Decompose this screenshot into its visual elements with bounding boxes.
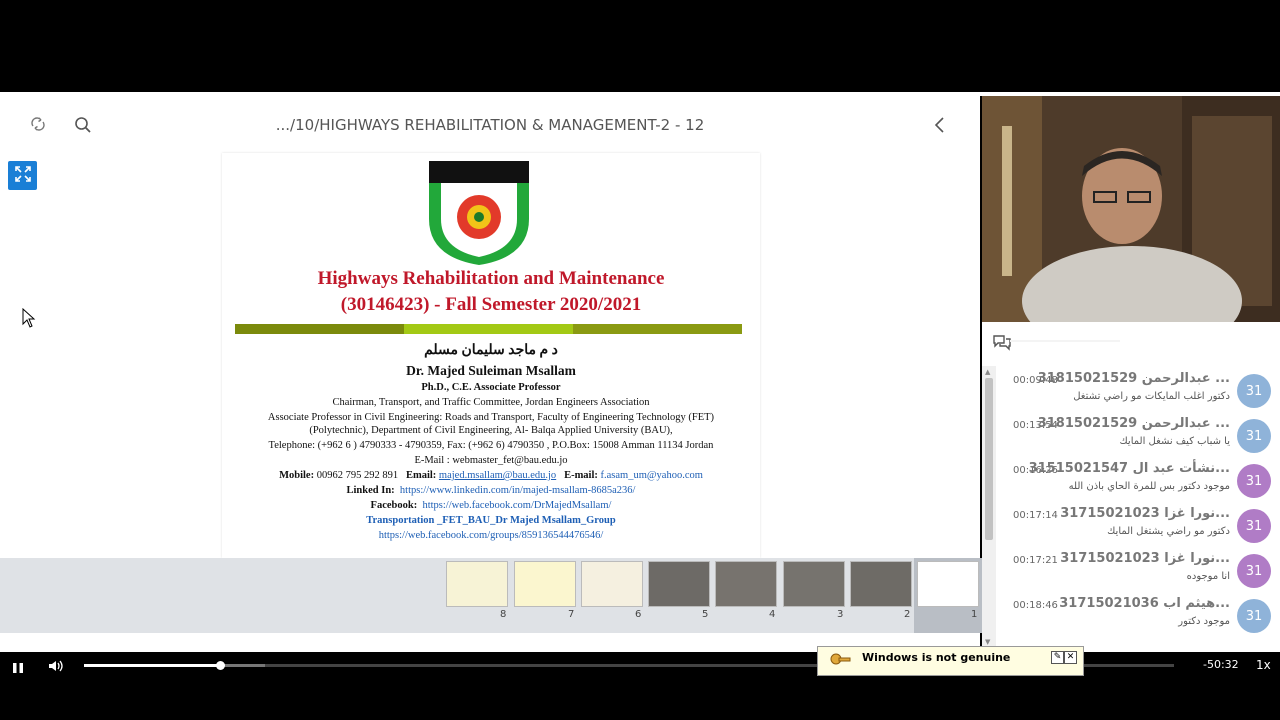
thumbnail-slide[interactable] xyxy=(917,561,979,607)
author-degree: Ph.D., C.E. Associate Professor xyxy=(421,382,561,393)
slide-title-line2: (30146423) - Fall Semester 2020/2021 xyxy=(340,294,642,315)
thumbnail-number: 7 xyxy=(568,609,575,620)
chat-message-text: دكتور اغلب المايكات مو راضي تشتغل xyxy=(1073,391,1230,402)
divider-bar-3 xyxy=(573,324,742,334)
chat-message-time: 00:17:14 xyxy=(1013,510,1058,521)
chevron-left-icon[interactable] xyxy=(933,116,947,139)
thumbnail-number: 2 xyxy=(904,609,911,620)
progress-handle[interactable] xyxy=(216,661,225,670)
chat-message: 00:17:21 31715021023 نورا غزا... انا موجود… xyxy=(1000,549,1240,589)
linkedin-link[interactable]: https://www.linkedin.com/in/majed-msalla… xyxy=(400,485,636,496)
thumbnail-slide[interactable] xyxy=(648,561,710,607)
current-slide: Highways Rehabilitation and Maintenance … xyxy=(222,153,760,558)
chat-message-text: يا شباب كيف نشغل المايك xyxy=(1119,436,1231,447)
windows-genuine-notice[interactable]: Windows is not genuine ✎ ✕ xyxy=(817,646,1084,676)
chat-message-sender: 31715021023 نورا غزا... xyxy=(1060,551,1230,566)
avatar[interactable]: 31 xyxy=(1237,419,1271,453)
thumbnail-number: 6 xyxy=(635,609,642,620)
avatar[interactable]: 31 xyxy=(1237,374,1271,408)
thumbnail-number: 3 xyxy=(837,609,844,620)
key-icon xyxy=(830,652,852,674)
mobile-label: Mobile: xyxy=(279,470,315,481)
time-remaining: -50:32 xyxy=(1203,658,1239,671)
divider-bar-1 xyxy=(235,324,404,334)
thumbnail-slide[interactable] xyxy=(581,561,643,607)
chat-message-text: موجود دكتور بس للمرة الحاي باذن الله xyxy=(1068,481,1230,492)
pause-icon[interactable] xyxy=(12,659,24,678)
chat-header-line xyxy=(1010,340,1120,342)
thumbnail-slide[interactable] xyxy=(514,561,576,607)
progress-buffer xyxy=(220,664,265,667)
author-assoc-line1: Associate Professor in Civil Engineering… xyxy=(267,412,715,423)
university-logo xyxy=(427,159,531,267)
author-chairman: Chairman, Transport, and Traffic Committ… xyxy=(332,397,650,408)
search-icon[interactable] xyxy=(74,116,92,139)
chat-icon[interactable] xyxy=(992,333,1012,355)
volume-icon[interactable] xyxy=(48,658,64,677)
chat-message-time: 00:18:46 xyxy=(1013,600,1058,611)
mobile-number: 00962 795 292 891 xyxy=(316,470,399,481)
chat-message-text: انا موجوده xyxy=(1186,571,1230,582)
avatar[interactable]: 31 xyxy=(1237,599,1271,633)
mouse-cursor xyxy=(22,307,36,332)
linkedin-label: Linked In: xyxy=(346,485,395,496)
chat-message-sender: 31515021547 نشأت عبد ال... xyxy=(1028,461,1230,476)
chat-scrollbar-thumb[interactable] xyxy=(985,378,993,540)
chat-message-sender: 31815021529 عبدالرحمن ... xyxy=(1037,371,1230,386)
chat-message: 00:18:46 31715021036 هيثم اب... موجود دكتو… xyxy=(1000,594,1240,634)
progress-fill xyxy=(84,664,220,667)
notice-title: Windows is not genuine xyxy=(862,651,1011,664)
chat-message-text: موجود دكتور xyxy=(1178,616,1230,627)
scroll-up-arrow[interactable]: ▲ xyxy=(985,368,990,376)
email-label: Email: xyxy=(405,470,437,481)
chat-message: 00:16:26 31515021547 نشأت عبد ال... موجود … xyxy=(1000,459,1240,499)
email-link-2[interactable]: f.asam_um@yahoo.com xyxy=(601,470,703,481)
top-black-bar xyxy=(0,0,1280,92)
thumbnail-number: 8 xyxy=(500,609,507,620)
chat-message-text: دكتور مو راضي يشتغل المايك xyxy=(1107,526,1230,537)
facebook-group-name[interactable]: Transportation _FET_BAU_Dr Majed Msallam… xyxy=(222,515,760,526)
chat-message-sender: 31715021023 نورا غزا... xyxy=(1060,506,1230,521)
expand-icon xyxy=(14,165,32,187)
chat-message-sender: 31715021036 هيثم اب... xyxy=(1059,596,1230,611)
email2-label: E-mail: xyxy=(564,470,598,481)
thumbnail-number: 1 xyxy=(971,609,978,620)
chat-message: 00:13:54 31815021529 عبدالرحمن ... يا شباب… xyxy=(1000,414,1240,454)
avatar[interactable]: 31 xyxy=(1237,464,1271,498)
author-telephone: Telephone: (+962 6 ) 4790333 - 4790359, … xyxy=(268,440,714,451)
facebook-link[interactable]: https://web.facebook.com/DrMajedMsallam/ xyxy=(422,500,611,511)
chat-message-sender: 31815021529 عبدالرحمن ... xyxy=(1037,416,1230,431)
scroll-down-arrow[interactable]: ▼ xyxy=(985,638,990,646)
thumbnail-slide[interactable] xyxy=(715,561,777,607)
facebook-group-link[interactable]: https://web.facebook.com/groups/85913654… xyxy=(222,530,760,541)
thumbnail-slide[interactable] xyxy=(850,561,912,607)
author-email-line: E-Mail : webmaster_fet@bau.edu.jo xyxy=(414,455,568,466)
presenter-video xyxy=(982,96,1280,322)
facebook-label: Facebook: xyxy=(370,500,418,511)
arabic-name: د م ماجد سليمان مسلم xyxy=(424,343,558,358)
playback-speed[interactable]: 1x xyxy=(1256,658,1271,672)
sync-icon[interactable] xyxy=(29,115,47,138)
player-controls xyxy=(0,652,1280,720)
author-name: Dr. Majed Suleiman Msallam xyxy=(406,363,576,378)
chat-message: 00:17:14 31715021023 نورا غزا... دكتور مو … xyxy=(1000,504,1240,544)
author-assoc-line2: (Polytechnic), Department of Civil Engin… xyxy=(309,425,673,436)
chat-message-time: 00:17:21 xyxy=(1013,555,1058,566)
thumbnail-number: 5 xyxy=(702,609,709,620)
chat-message: 00:09:48 31815021529 عبدالرحمن ... دكتور ا… xyxy=(1000,369,1240,409)
thumbnail-slide[interactable] xyxy=(446,561,508,607)
avatar[interactable]: 31 xyxy=(1237,509,1271,543)
email-link-1[interactable]: majed.msallam@bau.edu.jo xyxy=(439,470,556,481)
thumbnail-slide[interactable] xyxy=(783,561,845,607)
avatar[interactable]: 31 xyxy=(1237,554,1271,588)
divider-bar-2 xyxy=(404,324,573,334)
thumbnail-number: 4 xyxy=(769,609,776,620)
expand-button[interactable] xyxy=(8,161,37,190)
close-icon[interactable]: ✕ xyxy=(1064,651,1077,664)
pin-icon[interactable]: ✎ xyxy=(1051,651,1064,664)
slide-title-line1: Highways Rehabilitation and Maintenance xyxy=(317,268,665,289)
document-title: .../10/HIGHWAYS REHABILITATION & MANAGEM… xyxy=(275,116,705,134)
